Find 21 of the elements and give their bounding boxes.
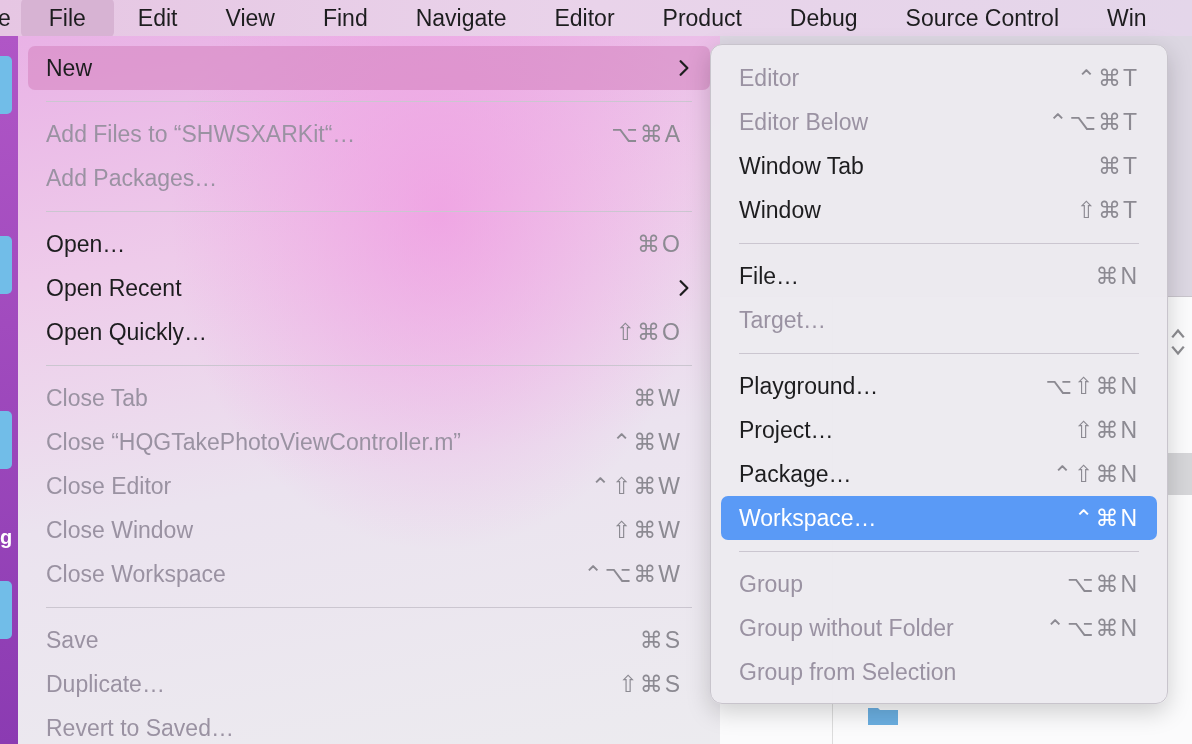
menu-bar-item[interactable]: Navigate	[391, 0, 531, 38]
menu-item[interactable]: Window Tab ⌘T	[721, 144, 1157, 188]
menu-bar-item[interactable]: Edit	[113, 0, 202, 38]
menu-item[interactable]: Open… ⌘O	[28, 222, 710, 266]
desktop-icon-label: g	[0, 526, 12, 549]
menu-item[interactable]: File… ⌘N	[721, 254, 1157, 298]
menu-bar-item[interactable]: Product	[638, 0, 766, 38]
menu-bar-item[interactable]: Debug	[765, 0, 882, 38]
menu-bar-item[interactable]: View	[201, 0, 299, 38]
menu-item[interactable]: Project… ⇧⌘N	[721, 408, 1157, 452]
menu-item[interactable]: New	[28, 46, 710, 90]
menu-bar-item[interactable]: Editor	[530, 0, 639, 38]
menu-item[interactable]: Open Recent	[28, 266, 710, 310]
menu-item[interactable]: Window ⇧⌘T	[721, 188, 1157, 232]
menu-bar-item[interactable]: File	[20, 0, 114, 38]
menu-bar-item[interactable]: Find	[298, 0, 392, 38]
menu-item[interactable]: Playground… ⌥⇧⌘N	[721, 364, 1157, 408]
menu-bar-item[interactable]: Source Control	[881, 0, 1084, 38]
menu-item[interactable]: Package… ⌃⇧⌘N	[721, 452, 1157, 496]
menu-item[interactable]: Open Quickly… ⇧⌘O	[28, 310, 710, 354]
menu-bar-item[interactable]: Win	[1083, 0, 1171, 38]
